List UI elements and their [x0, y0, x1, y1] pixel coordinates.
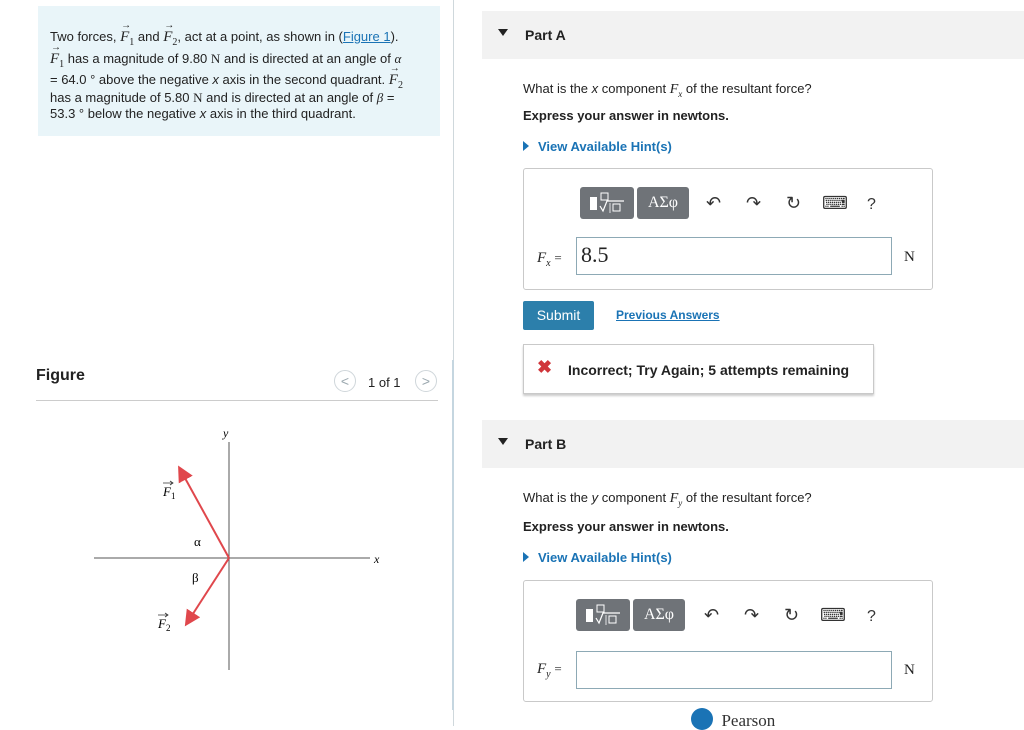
x-axis-label: x	[373, 552, 380, 566]
feedback-panel: ✖ Incorrect; Try Again; 5 attempts remai…	[523, 344, 874, 394]
figure-pager: 1 of 1	[368, 375, 401, 390]
templates-button[interactable]	[580, 187, 634, 219]
part-a-header[interactable]: Part A	[482, 11, 1024, 59]
next-figure-button[interactable]: >	[415, 370, 437, 392]
fraction-root-template-icon	[590, 192, 624, 213]
vector-f2: F2	[163, 17, 177, 52]
part-b-instruction: Express your answer in newtons.	[523, 519, 729, 534]
help-icon[interactable]: ?	[867, 196, 876, 214]
submit-button[interactable]: Submit	[523, 301, 594, 330]
chevron-left-icon: <	[340, 373, 350, 389]
redo-icon[interactable]: ↷	[746, 193, 761, 214]
svg-text:2: 2	[166, 623, 171, 633]
alpha-angle-label: α	[194, 534, 201, 549]
reset-icon[interactable]: ↻	[784, 605, 799, 626]
part-a-instruction: Express your answer in newtons.	[523, 108, 729, 123]
part-b-answer-box: ΑΣφ ↶ ↷ ↻ ⌨ ? Fy = N	[523, 580, 933, 702]
reset-icon[interactable]: ↻	[786, 193, 801, 214]
problem-line-5: 53.3 ° below the negative x axis in the …	[50, 106, 356, 121]
part-b-header[interactable]: Part B	[482, 420, 1024, 468]
figure-link[interactable]: Figure 1	[343, 29, 391, 44]
part-b-question: What is the y component Fy of the result…	[523, 490, 812, 508]
f1-label: F 1	[162, 480, 176, 501]
force-diagram: y x α β F 1 F 2	[94, 426, 380, 670]
beta-angle-label: β	[192, 570, 199, 585]
part-a-answer-box: ΑΣφ ↶ ↷ ↻ ⌨ ? Fx = 8.5 N	[523, 168, 933, 290]
f2-label: F 2	[157, 612, 171, 633]
problem-line-1: Two forces, F1 and F2, act at a point, a…	[50, 17, 435, 52]
problem-statement: Two forces, F1 and F2, act at a point, a…	[38, 6, 440, 136]
templates-button[interactable]	[576, 599, 630, 631]
undo-icon[interactable]: ↶	[704, 605, 719, 626]
keyboard-icon[interactable]: ⌨	[820, 605, 846, 626]
pearson-p-icon	[691, 708, 713, 730]
part-b-title: Part B	[525, 436, 567, 452]
keyboard-icon[interactable]: ⌨	[822, 193, 848, 214]
force-f1-vector	[178, 465, 230, 559]
collapse-triangle-icon	[498, 29, 508, 36]
figure-title: Figure	[36, 367, 85, 384]
part-a-question: What is the x component Fx of the result…	[523, 81, 812, 99]
help-icon[interactable]: ?	[867, 608, 876, 626]
symbols-button[interactable]: ΑΣφ	[637, 187, 689, 219]
collapse-triangle-icon	[498, 438, 508, 445]
incorrect-x-icon: ✖	[537, 357, 553, 377]
y-axis-label: y	[222, 426, 229, 440]
part-a-answer-input[interactable]: 8.5	[576, 237, 892, 275]
part-b-unit: N	[904, 662, 915, 678]
figure-divider	[36, 400, 438, 401]
part-b-input-label: Fy =	[537, 661, 562, 680]
symbols-button[interactable]: ΑΣφ	[633, 599, 685, 631]
previous-figure-button[interactable]: <	[334, 370, 356, 392]
part-b-answer-input[interactable]	[576, 651, 892, 689]
pearson-logo: Pearson	[691, 708, 775, 730]
part-b-hint-link[interactable]: View Available Hint(s)	[523, 550, 672, 565]
part-a-hint-link[interactable]: View Available Hint(s)	[523, 139, 672, 154]
part-a-title: Part A	[525, 27, 566, 43]
part-a-unit: N	[904, 249, 915, 265]
feedback-message: Incorrect; Try Again; 5 attempts remaini…	[568, 362, 850, 378]
undo-icon[interactable]: ↶	[706, 193, 721, 214]
fraction-root-template-icon	[586, 604, 620, 625]
pearson-wordmark: Pearson	[721, 711, 776, 730]
panel-divider-accent	[452, 360, 454, 710]
vector-f1: F1	[120, 17, 134, 52]
force-f2-vector	[184, 557, 230, 627]
previous-answers-link[interactable]: Previous Answers	[616, 308, 720, 322]
part-a-input-label: Fx =	[537, 250, 562, 269]
redo-icon[interactable]: ↷	[744, 605, 759, 626]
chevron-right-icon: >	[421, 373, 431, 389]
svg-text:1: 1	[171, 491, 176, 501]
